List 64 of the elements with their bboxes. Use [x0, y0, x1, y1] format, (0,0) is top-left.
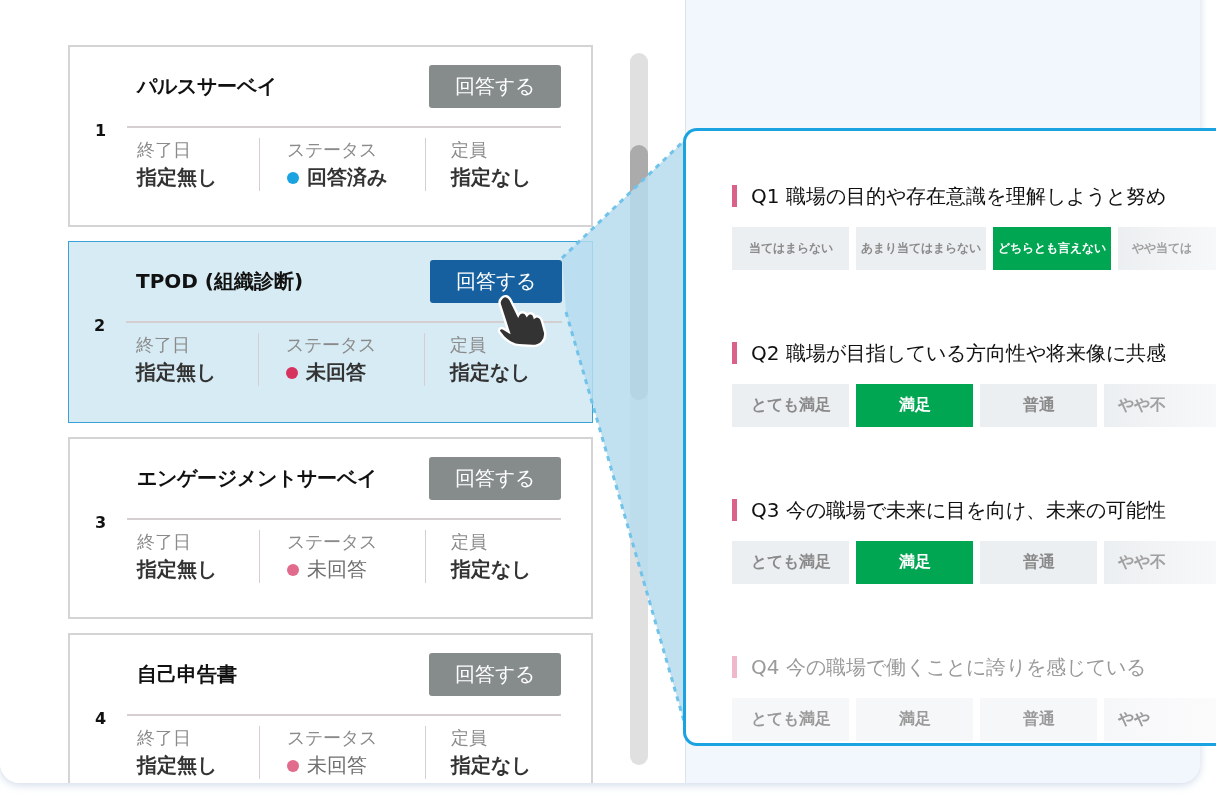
- question-text: Q1 職場の目的や存在意識を理解しようと努め: [751, 182, 1166, 210]
- question-text: Q3 今の職場で未来に目を向け、未来の可能性: [751, 496, 1166, 524]
- field-label: 定員: [451, 530, 488, 554]
- field-label: 定員: [451, 726, 488, 750]
- answer-option[interactable]: どちらとも言えない: [993, 227, 1111, 270]
- answer-option[interactable]: 当てはまらない: [732, 227, 849, 270]
- field-label: 終了日: [136, 333, 191, 357]
- accent-bar: [732, 499, 737, 521]
- answer-option[interactable]: とても満足: [732, 541, 849, 584]
- survey-title: TPOD (組織診断): [136, 268, 304, 295]
- survey-card[interactable]: 4 自己申告書 回答する 終了日 指定無し ステータス 未回答 定員 指定なし: [68, 633, 593, 783]
- question-text: Q2 職場が目指している方向性や将来像に共感: [751, 339, 1166, 367]
- field-value: 指定なし: [451, 556, 531, 583]
- field-label: 定員: [451, 138, 488, 162]
- survey-card[interactable]: 2 TPOD (組織診断) 回答する 終了日 指定無し ステータス 未回答 定員 指定なし: [68, 241, 593, 423]
- field-value: 指定無し: [136, 359, 216, 386]
- answer-option[interactable]: とても満足: [732, 698, 849, 741]
- row-number: 2: [94, 316, 106, 335]
- answer-button[interactable]: 回答する: [429, 65, 561, 108]
- field-value: 指定無し: [137, 556, 217, 583]
- field-label: ステータス: [286, 333, 377, 357]
- survey-title: パルスサーベイ: [137, 73, 277, 100]
- field-value: 未回答: [306, 359, 366, 386]
- answer-option[interactable]: やや: [1104, 698, 1216, 741]
- answer-option[interactable]: とても満足: [732, 384, 849, 427]
- field-value: 未回答: [307, 556, 367, 583]
- answer-option[interactable]: やや不: [1104, 384, 1216, 427]
- answer-button[interactable]: 回答する: [430, 260, 562, 303]
- answer-button[interactable]: 回答する: [429, 653, 561, 696]
- answer-option[interactable]: 普通: [980, 541, 1097, 584]
- survey-card[interactable]: 1 パルスサーベイ 回答する 終了日 指定無し ステータス 回答済み 定員 指定なし: [68, 45, 593, 227]
- accent-bar: [732, 342, 737, 364]
- survey-title: エンゲージメントサーベイ: [137, 465, 377, 492]
- survey-title: 自己申告書: [137, 661, 237, 688]
- field-label: ステータス: [287, 530, 378, 554]
- field-value: 指定なし: [451, 752, 531, 779]
- answer-option[interactable]: 満足: [856, 541, 973, 584]
- accent-bar: [732, 656, 737, 678]
- answer-option[interactable]: 普通: [980, 698, 1097, 741]
- field-value: 回答済み: [307, 164, 387, 191]
- field-value: 指定なし: [451, 164, 531, 191]
- accent-bar: [732, 185, 737, 207]
- field-label: ステータス: [287, 138, 378, 162]
- field-value: 未回答: [307, 752, 367, 779]
- field-label: ステータス: [287, 726, 378, 750]
- row-number: 3: [95, 513, 107, 532]
- answer-option[interactable]: やや当ては: [1118, 227, 1216, 270]
- field-label: 終了日: [137, 530, 192, 554]
- row-number: 4: [95, 709, 107, 728]
- field-value: 指定なし: [450, 359, 530, 386]
- answer-button[interactable]: 回答する: [429, 457, 561, 500]
- answer-option[interactable]: あまり当てはまらない: [856, 227, 986, 270]
- field-label: 定員: [450, 333, 487, 357]
- field-value: 指定無し: [137, 164, 217, 191]
- answer-option[interactable]: やや不: [1104, 541, 1216, 584]
- answer-option[interactable]: 満足: [856, 384, 973, 427]
- answer-option[interactable]: 普通: [980, 384, 1097, 427]
- answer-option[interactable]: 満足: [856, 698, 973, 741]
- survey-card[interactable]: 3 エンゲージメントサーベイ 回答する 終了日 指定無し ステータス 未回答 定員 指定なし: [68, 437, 593, 619]
- field-label: 終了日: [137, 726, 192, 750]
- question-text: Q4 今の職場で働くことに誇りを感じている: [751, 653, 1146, 681]
- field-value: 指定無し: [137, 752, 217, 779]
- row-number: 1: [95, 121, 107, 140]
- field-label: 終了日: [137, 138, 192, 162]
